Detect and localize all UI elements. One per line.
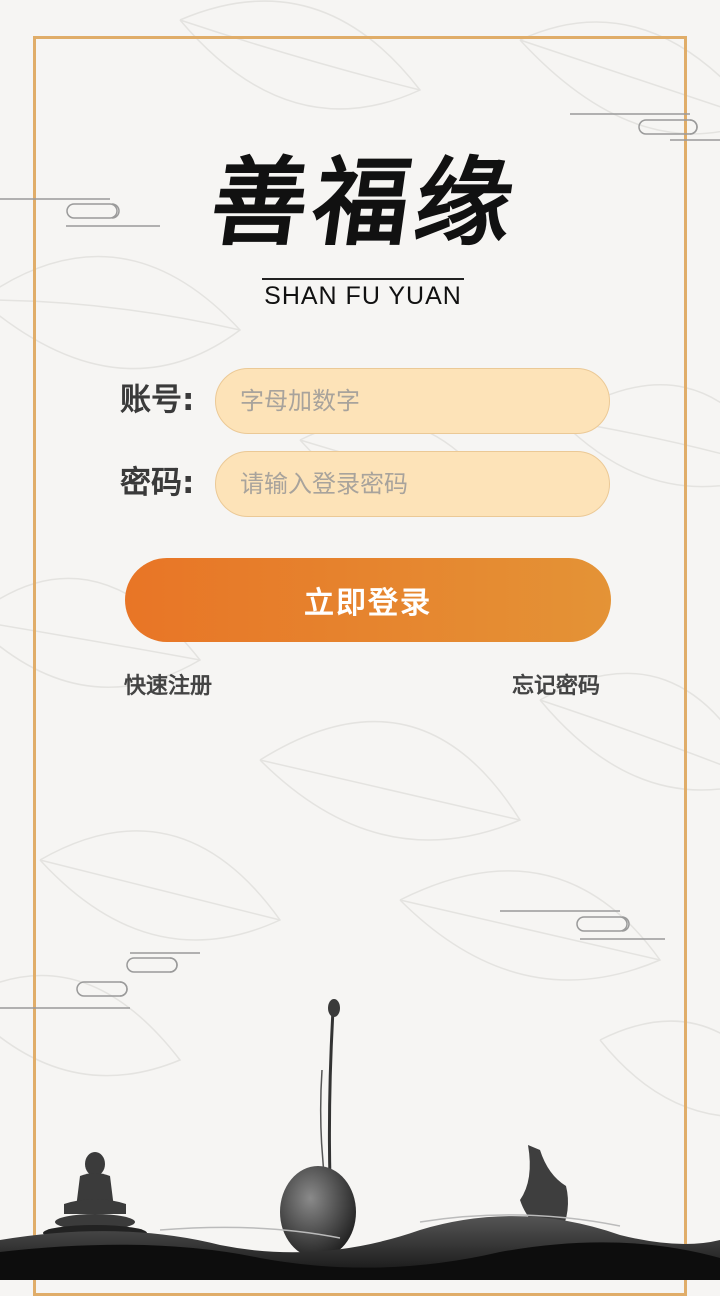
cloud-decoration-top-right xyxy=(570,113,720,141)
cloud-decoration-top-left xyxy=(0,198,160,227)
account-label: 账号: xyxy=(120,382,195,418)
register-link[interactable]: 快速注册 xyxy=(124,668,212,700)
brand-logo-title: 善福缘 xyxy=(204,146,527,259)
password-input[interactable] xyxy=(215,451,610,517)
cloud-decoration-mid-right xyxy=(500,910,665,940)
brand-subtitle: SHAN FU YUAN xyxy=(264,282,462,310)
forgot-password-link[interactable]: 忘记密码 xyxy=(512,668,600,700)
account-input[interactable] xyxy=(215,368,610,434)
ink-landscape-illustration xyxy=(0,999,720,1280)
logo-divider xyxy=(262,278,464,280)
login-button[interactable]: 立即登录 xyxy=(125,558,611,642)
password-label: 密码: xyxy=(120,465,195,501)
